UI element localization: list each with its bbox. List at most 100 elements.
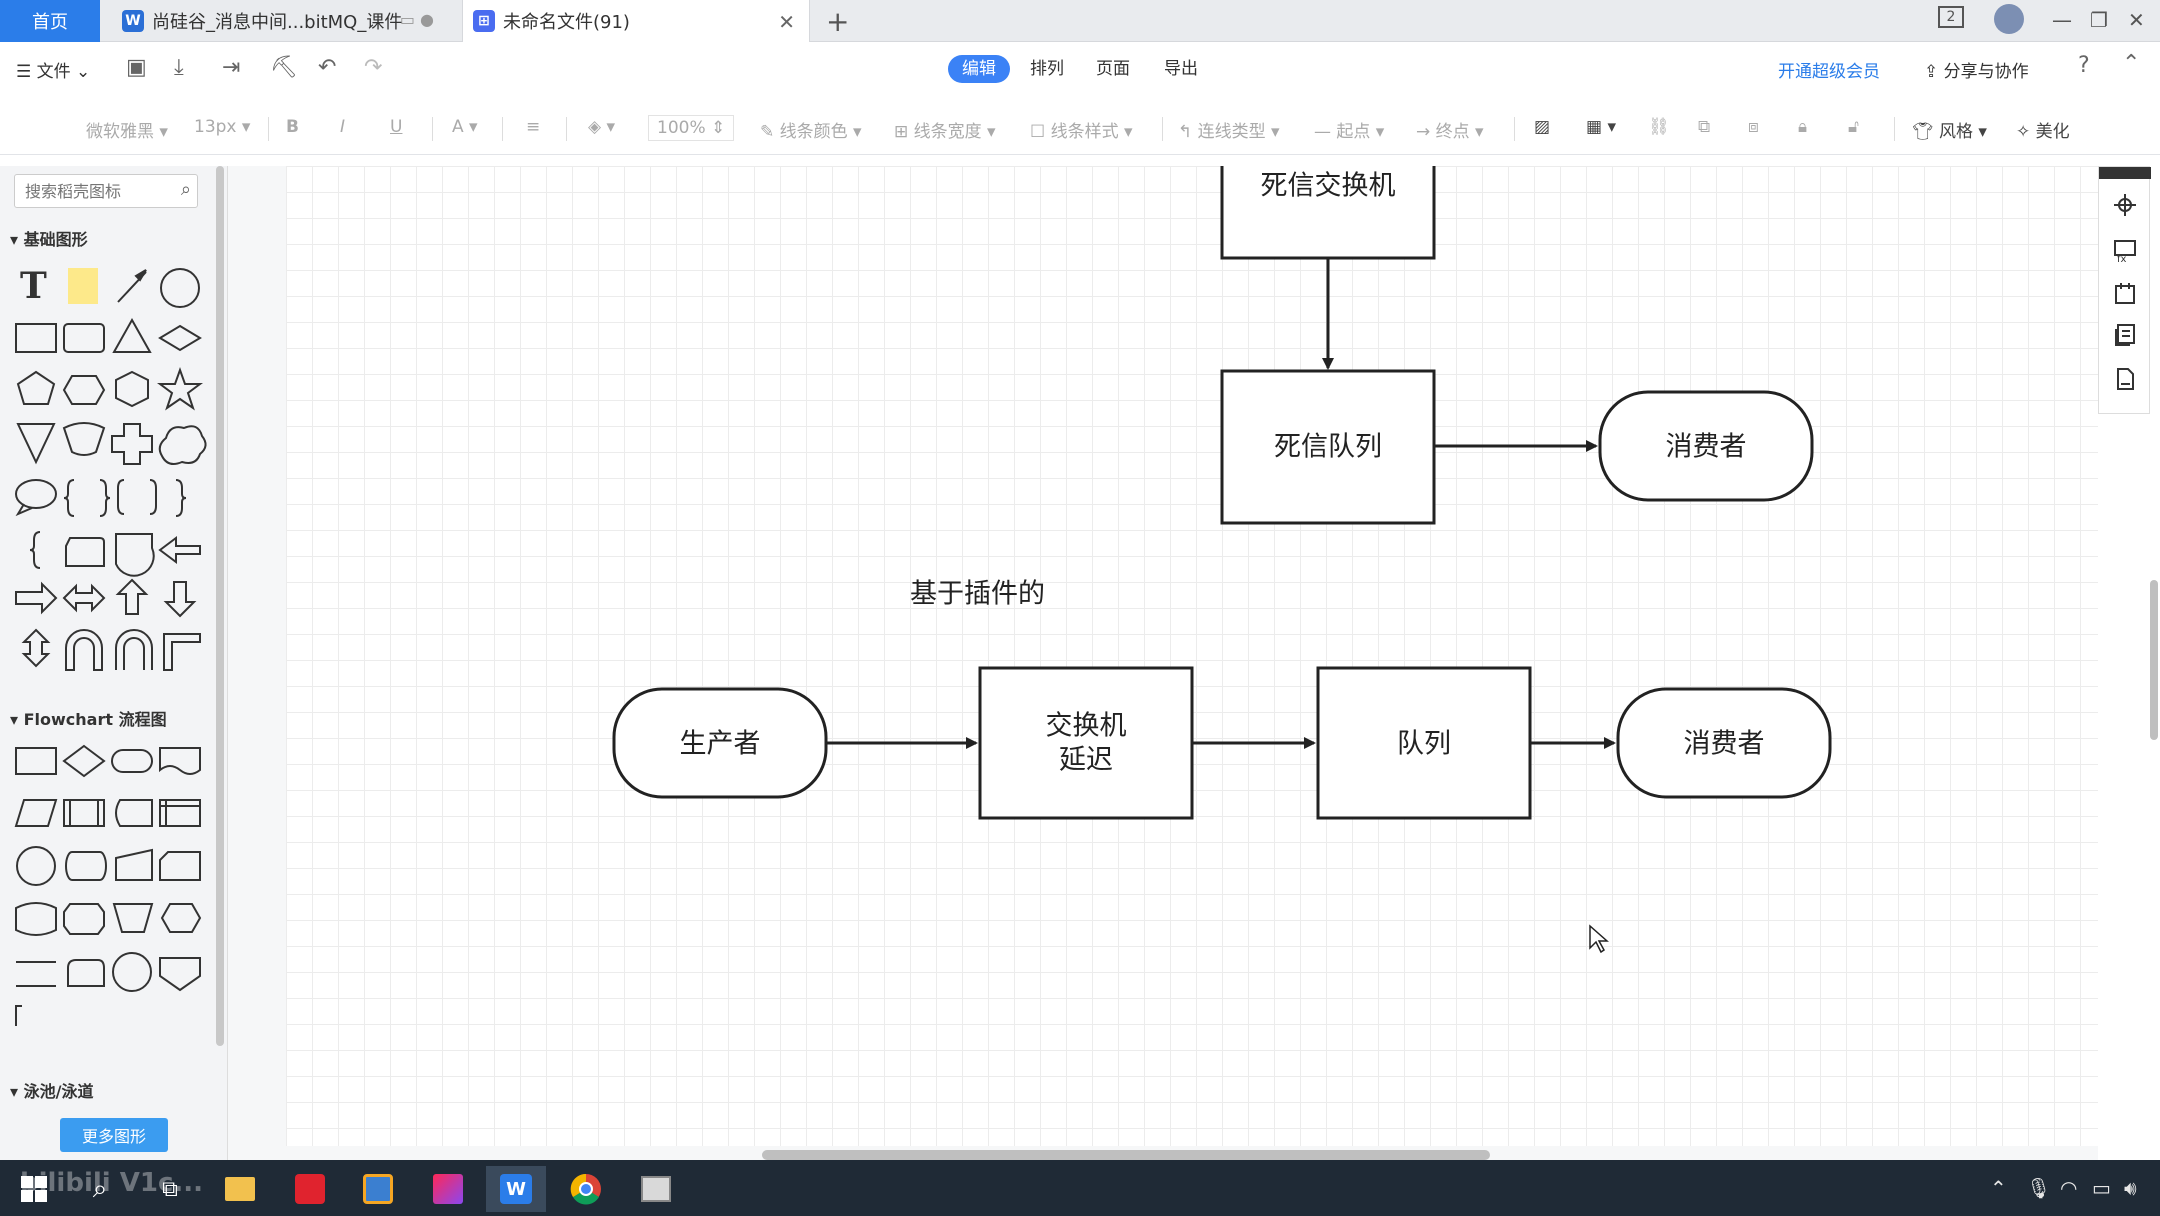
tab-current-file[interactable]: ⊞ 未命名文件(91) ✕	[462, 0, 810, 42]
save-icon[interactable]: ▣	[126, 55, 147, 80]
mode-tab-page[interactable]: 页面	[1082, 55, 1144, 83]
flowchart-shapes-grid[interactable]	[0, 736, 216, 1026]
file-explorer-icon[interactable]	[210, 1166, 270, 1212]
opacity-input[interactable]: 100% ⇕	[648, 115, 735, 141]
toolbar-divider	[566, 117, 567, 141]
clipboard-icon[interactable]	[2111, 279, 2139, 307]
link-icon[interactable]: ⛓	[1648, 117, 1670, 137]
format-painter-icon[interactable]: ⛏	[270, 55, 298, 80]
beautify-button[interactable]: ✧ 美化	[2016, 117, 2070, 142]
connector-type-select[interactable]: ↰ 连线类型 ▾	[1178, 117, 1280, 142]
lock-icon[interactable]: 🔒︎	[1798, 117, 1807, 137]
collapse-toolbar-icon[interactable]: ⌃	[2122, 51, 2140, 76]
download-icon[interactable]: ⤓	[174, 55, 184, 80]
group-icon[interactable]: ⧉	[1698, 117, 1710, 137]
section-basic-shapes[interactable]: ▾ 基础图形	[10, 226, 88, 250]
line-color-label: 线条颜色	[779, 122, 848, 142]
close-tab-icon[interactable]: ✕	[778, 10, 795, 34]
line-end-select[interactable]: → 终点 ▾	[1416, 117, 1484, 142]
basic-shapes-grid[interactable]: T	[0, 256, 216, 676]
pages-icon[interactable]	[2111, 321, 2139, 349]
tray-expand-icon[interactable]: ⌃	[1990, 1176, 2007, 1200]
window-close-icon[interactable]: ✕	[2128, 8, 2145, 32]
export-icon[interactable]: ⇥	[222, 55, 240, 80]
line-color-select[interactable]: ✎ 线条颜色 ▾	[760, 117, 862, 142]
wifi-icon[interactable]: ◠	[2060, 1176, 2077, 1200]
section-basic-shapes-label: 基础图形	[23, 230, 88, 249]
help-icon[interactable]: ?	[2078, 53, 2090, 78]
line-width-select[interactable]: ⊞ 线条宽度 ▾	[894, 117, 996, 142]
minimize-icon[interactable]: —	[2052, 8, 2072, 32]
bold-icon[interactable]: B	[286, 117, 299, 137]
font-family-select[interactable]: 微软雅黑 ▾	[86, 117, 168, 142]
virtualbox-icon[interactable]	[348, 1166, 408, 1212]
microphone-icon[interactable]: 🎙︎	[2026, 1176, 2051, 1200]
task-view-icon[interactable]: ⧉	[140, 1166, 200, 1212]
line-start-select[interactable]: — 起点 ▾	[1314, 117, 1384, 142]
line-style-select[interactable]: ☐ 线条样式 ▾	[1030, 117, 1133, 142]
fill-color-icon[interactable]: ◈ ▾	[588, 117, 615, 137]
tab-home[interactable]: 首页	[0, 0, 100, 42]
mode-tab-edit[interactable]: 编辑	[948, 55, 1010, 83]
font-size-select[interactable]: 13px ▾	[194, 117, 250, 137]
plugin-caption[interactable]: 基于插件的	[910, 579, 1045, 610]
document-icon[interactable]	[2111, 365, 2139, 393]
producer-label: 生产者	[680, 729, 761, 760]
search-taskbar-icon[interactable]: ⌕	[70, 1166, 130, 1212]
window-switch-button[interactable]: 2	[1938, 6, 1964, 28]
toolbar-divider	[1162, 117, 1163, 141]
shape-search-input[interactable]	[15, 175, 165, 207]
file-menu[interactable]: ☰ 文件 ⌄	[16, 57, 90, 82]
wps-office-icon[interactable]: W	[486, 1166, 546, 1212]
left-panel-scrollbar[interactable]	[216, 166, 224, 1046]
underline-icon[interactable]: U	[390, 117, 402, 137]
exchange-label-line2: 延迟	[1059, 745, 1113, 776]
insert-table-icon[interactable]: ▦ ▾	[1586, 117, 1616, 137]
undo-icon[interactable]: ↶	[318, 55, 336, 80]
style-button[interactable]: 👕︎ 风格 ▾	[1912, 117, 1987, 142]
start-menu-icon[interactable]	[4, 1166, 64, 1212]
tab-document-label: 尚硅谷_消息中间...bitMQ_课件	[152, 12, 403, 33]
new-tab-button[interactable]: +	[826, 5, 849, 38]
restore-icon[interactable]: ❐	[2090, 8, 2108, 32]
flowchart-diagram: 死信交换机 死信队列 消费者 生产者 交换机 延迟 队列 消费者 基于插件的	[612, 166, 1832, 954]
battery-icon[interactable]: ▭	[2092, 1176, 2111, 1200]
ungroup-icon[interactable]: ⧈	[1748, 117, 1759, 137]
vertical-scrollbar[interactable]	[2150, 580, 2158, 740]
chrome-icon[interactable]	[556, 1166, 616, 1212]
delay-exchange-box[interactable]	[978, 666, 1194, 820]
svg-text:T: T	[20, 265, 47, 307]
font-color-icon[interactable]: A ▾	[452, 117, 478, 137]
tab-home-label: 首页	[32, 12, 68, 33]
opacity-value: 100%	[657, 118, 706, 138]
section-flowchart[interactable]: ▾ Flowchart 流程图	[10, 706, 167, 730]
section-swimlane[interactable]: ▾ 泳池/泳道	[10, 1078, 93, 1102]
more-shapes-button[interactable]: 更多图形	[60, 1118, 168, 1152]
wps-writer-icon: W	[122, 10, 144, 32]
navigator-icon[interactable]	[2111, 191, 2139, 219]
image-viewer-icon[interactable]	[626, 1166, 686, 1212]
redo-icon[interactable]: ↷	[364, 55, 382, 80]
user-avatar[interactable]	[1994, 4, 2024, 34]
mode-tab-arrange[interactable]: 排列	[1016, 55, 1078, 83]
mode-tab-export[interactable]: 导出	[1150, 55, 1212, 83]
font-family-value: 微软雅黑	[86, 122, 154, 142]
align-icon[interactable]: ≡	[526, 117, 540, 137]
volume-icon[interactable]: 🔊︎	[2124, 1176, 2137, 1200]
search-icon[interactable]: ⌕	[181, 179, 191, 200]
intellij-idea-icon[interactable]	[418, 1166, 478, 1212]
youdao-dict-icon[interactable]	[280, 1166, 340, 1212]
style-button-label: 风格	[1939, 122, 1973, 142]
unlock-icon[interactable]: 🔓︎	[1848, 117, 1859, 137]
vip-link[interactable]: 开通超级会员	[1778, 57, 1880, 82]
canvas-page[interactable]: 死信交换机 死信队列 消费者 生产者 交换机 延迟 队列 消费者 基于插件的	[286, 166, 2098, 1146]
tab-document[interactable]: W 尚硅谷_消息中间...bitMQ_课件 ▭ ●	[112, 0, 452, 42]
horizontal-scrollbar[interactable]	[762, 1150, 1490, 1160]
drawing-canvas[interactable]: 死信交换机 死信队列 消费者 生产者 交换机 延迟 队列 消费者 基于插件的	[228, 166, 2098, 1160]
insert-image-icon[interactable]: ▨	[1534, 117, 1550, 137]
connector-type-label: 连线类型	[1197, 122, 1266, 142]
formula-icon[interactable]: fx	[2111, 237, 2139, 265]
share-button[interactable]: ⇪ 分享与协作	[1924, 57, 2029, 82]
italic-icon[interactable]: I	[340, 117, 345, 137]
svg-text:fx: fx	[2117, 254, 2127, 263]
